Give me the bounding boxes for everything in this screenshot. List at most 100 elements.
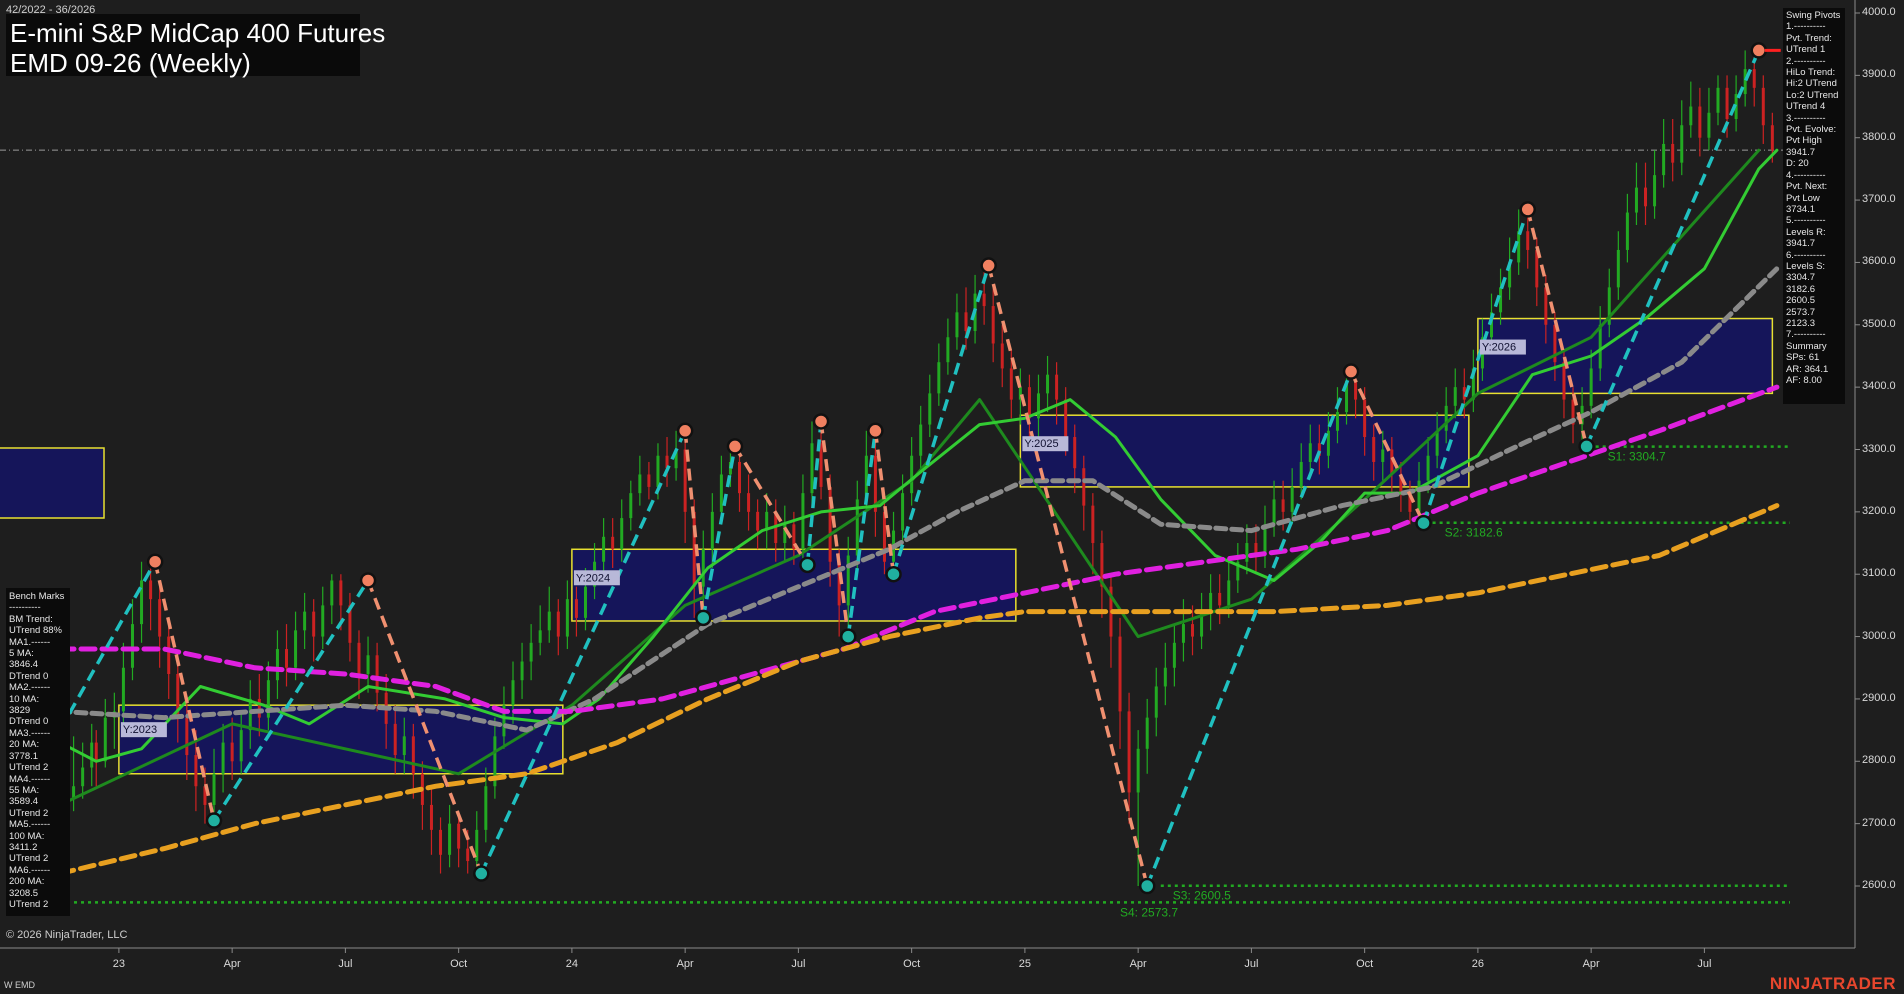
panel-line: Pvt. Evolve: — [1786, 124, 1837, 136]
panel-line: 2573.7 — [1786, 306, 1816, 318]
pivot-low-marker — [885, 565, 902, 583]
candle-body — [937, 362, 941, 394]
candle-body — [81, 767, 85, 787]
pivot-low-marker — [473, 865, 490, 882]
support-label: S3: 2600.5 — [1173, 889, 1231, 903]
pivot-high-marker — [1342, 363, 1360, 380]
candle-body — [185, 717, 189, 756]
candle-body — [1354, 380, 1358, 400]
candle-body — [1145, 717, 1149, 749]
pivot-high-marker — [1750, 42, 1768, 59]
candle-body — [1761, 87, 1765, 126]
panel-line: Pvt. Trend: — [1786, 32, 1832, 44]
panel-line: 3589.4 — [9, 796, 39, 808]
candle-body — [1073, 437, 1077, 469]
candle-body — [303, 611, 307, 631]
panel-line: 6.---------- — [1786, 249, 1826, 261]
panel-line: HiLo Trend: — [1786, 67, 1836, 79]
panel-line: Pvt. Next: — [1786, 181, 1828, 193]
y-tick-label: 3300.0 — [1862, 442, 1896, 455]
panel-line: UTrend 88% — [9, 625, 62, 637]
candle-body — [991, 306, 995, 344]
pivot-low-marker — [1138, 877, 1156, 895]
panel-line: MA2.------ — [9, 682, 51, 694]
candle-body — [638, 474, 642, 494]
x-tick-label: 26 — [1471, 958, 1485, 970]
pivot-low-marker — [839, 628, 857, 645]
panel-line: Swing Pivots — [1786, 10, 1841, 21]
swing-leg — [891, 265, 991, 575]
y-tick-label: 2600.0 — [1862, 879, 1896, 891]
panel-line: Hi:2 UTrend — [1786, 78, 1837, 90]
candle-body — [1381, 449, 1385, 462]
y-tick-label: 3200.0 — [1862, 504, 1896, 517]
yearly-box-label: Y:2025 — [1024, 438, 1058, 450]
candle-body — [239, 730, 243, 762]
panel-line: MA6.------ — [9, 864, 51, 876]
candle-body — [1517, 231, 1521, 263]
candle-body — [402, 736, 406, 756]
symbol-label: W EMD — [4, 980, 35, 990]
panel-line: Lo:2 UTrend — [1786, 89, 1839, 101]
pivot-high-marker — [812, 413, 830, 430]
candle-body — [1644, 187, 1648, 207]
candle-body — [321, 605, 325, 637]
candle-body — [103, 717, 107, 762]
candle-body — [1662, 143, 1666, 176]
panel-line: 200 MA: — [9, 876, 45, 888]
candle-body — [1752, 69, 1756, 88]
panel-line: 10 MA: — [9, 693, 40, 705]
panel-line: 3208.5 — [9, 887, 39, 899]
candle-body — [357, 642, 361, 674]
x-tick-label: Oct — [450, 958, 468, 970]
pivot-high-marker — [980, 257, 997, 274]
y-tick-label: 2800.0 — [1862, 754, 1896, 767]
panel-line: 3778.1 — [9, 750, 39, 762]
candle-body — [1372, 437, 1376, 462]
pivot-high-marker — [146, 553, 164, 570]
x-tick-label: 24 — [565, 958, 579, 970]
panel-line: 3941.7 — [1786, 146, 1816, 158]
x-tick-label: Jul — [338, 958, 353, 970]
candle-body — [1634, 187, 1638, 213]
candle-body — [330, 580, 334, 606]
candle-body — [1698, 106, 1702, 138]
candle-body — [1136, 748, 1140, 793]
panel-line: 7.---------- — [1786, 329, 1826, 341]
panel-line: 3941.7 — [1786, 238, 1816, 250]
candle-body — [429, 804, 433, 830]
panel-line: 4.---------- — [1786, 169, 1826, 181]
candle-body — [466, 848, 470, 862]
candle-body — [1281, 499, 1285, 512]
candle-body — [457, 823, 461, 849]
yearly-box-prior — [0, 447, 105, 519]
x-tick-label: 25 — [1018, 958, 1032, 970]
panel-line: 20 MA: — [9, 739, 40, 751]
candle-body — [1191, 624, 1195, 637]
candle-body — [1218, 592, 1222, 606]
candle-body — [629, 493, 633, 519]
candle-body — [121, 667, 125, 712]
candle-body — [1118, 636, 1122, 712]
panel-line: 100 MA: — [9, 830, 45, 842]
candle-body — [756, 511, 760, 531]
candle-body — [928, 393, 932, 425]
candle-body — [1335, 412, 1339, 431]
candle-body — [221, 742, 225, 774]
candle-body — [1000, 343, 1004, 369]
panel-line: UTrend 1 — [1786, 44, 1826, 56]
y-tick-label: 2900.0 — [1862, 691, 1896, 704]
candle-body — [1598, 324, 1602, 369]
candle-body — [583, 586, 587, 618]
support-label: S1: 3304.7 — [1608, 450, 1666, 464]
candle-body — [1127, 711, 1131, 793]
candle-body — [1272, 499, 1276, 525]
candle-body — [1725, 87, 1729, 120]
support-label: S4: 2573.7 — [1120, 905, 1178, 919]
panel-line: 3734.1 — [1786, 203, 1816, 215]
candle-body — [810, 443, 814, 494]
candle-body — [1227, 580, 1231, 606]
panel-line: Levels R: — [1786, 226, 1826, 238]
candle-body — [1562, 362, 1566, 400]
price-chart[interactable]: S1: 3304.7 S2: 3182.6 S3: 2600.5 S4: 2573.7… — [0, 0, 1904, 994]
